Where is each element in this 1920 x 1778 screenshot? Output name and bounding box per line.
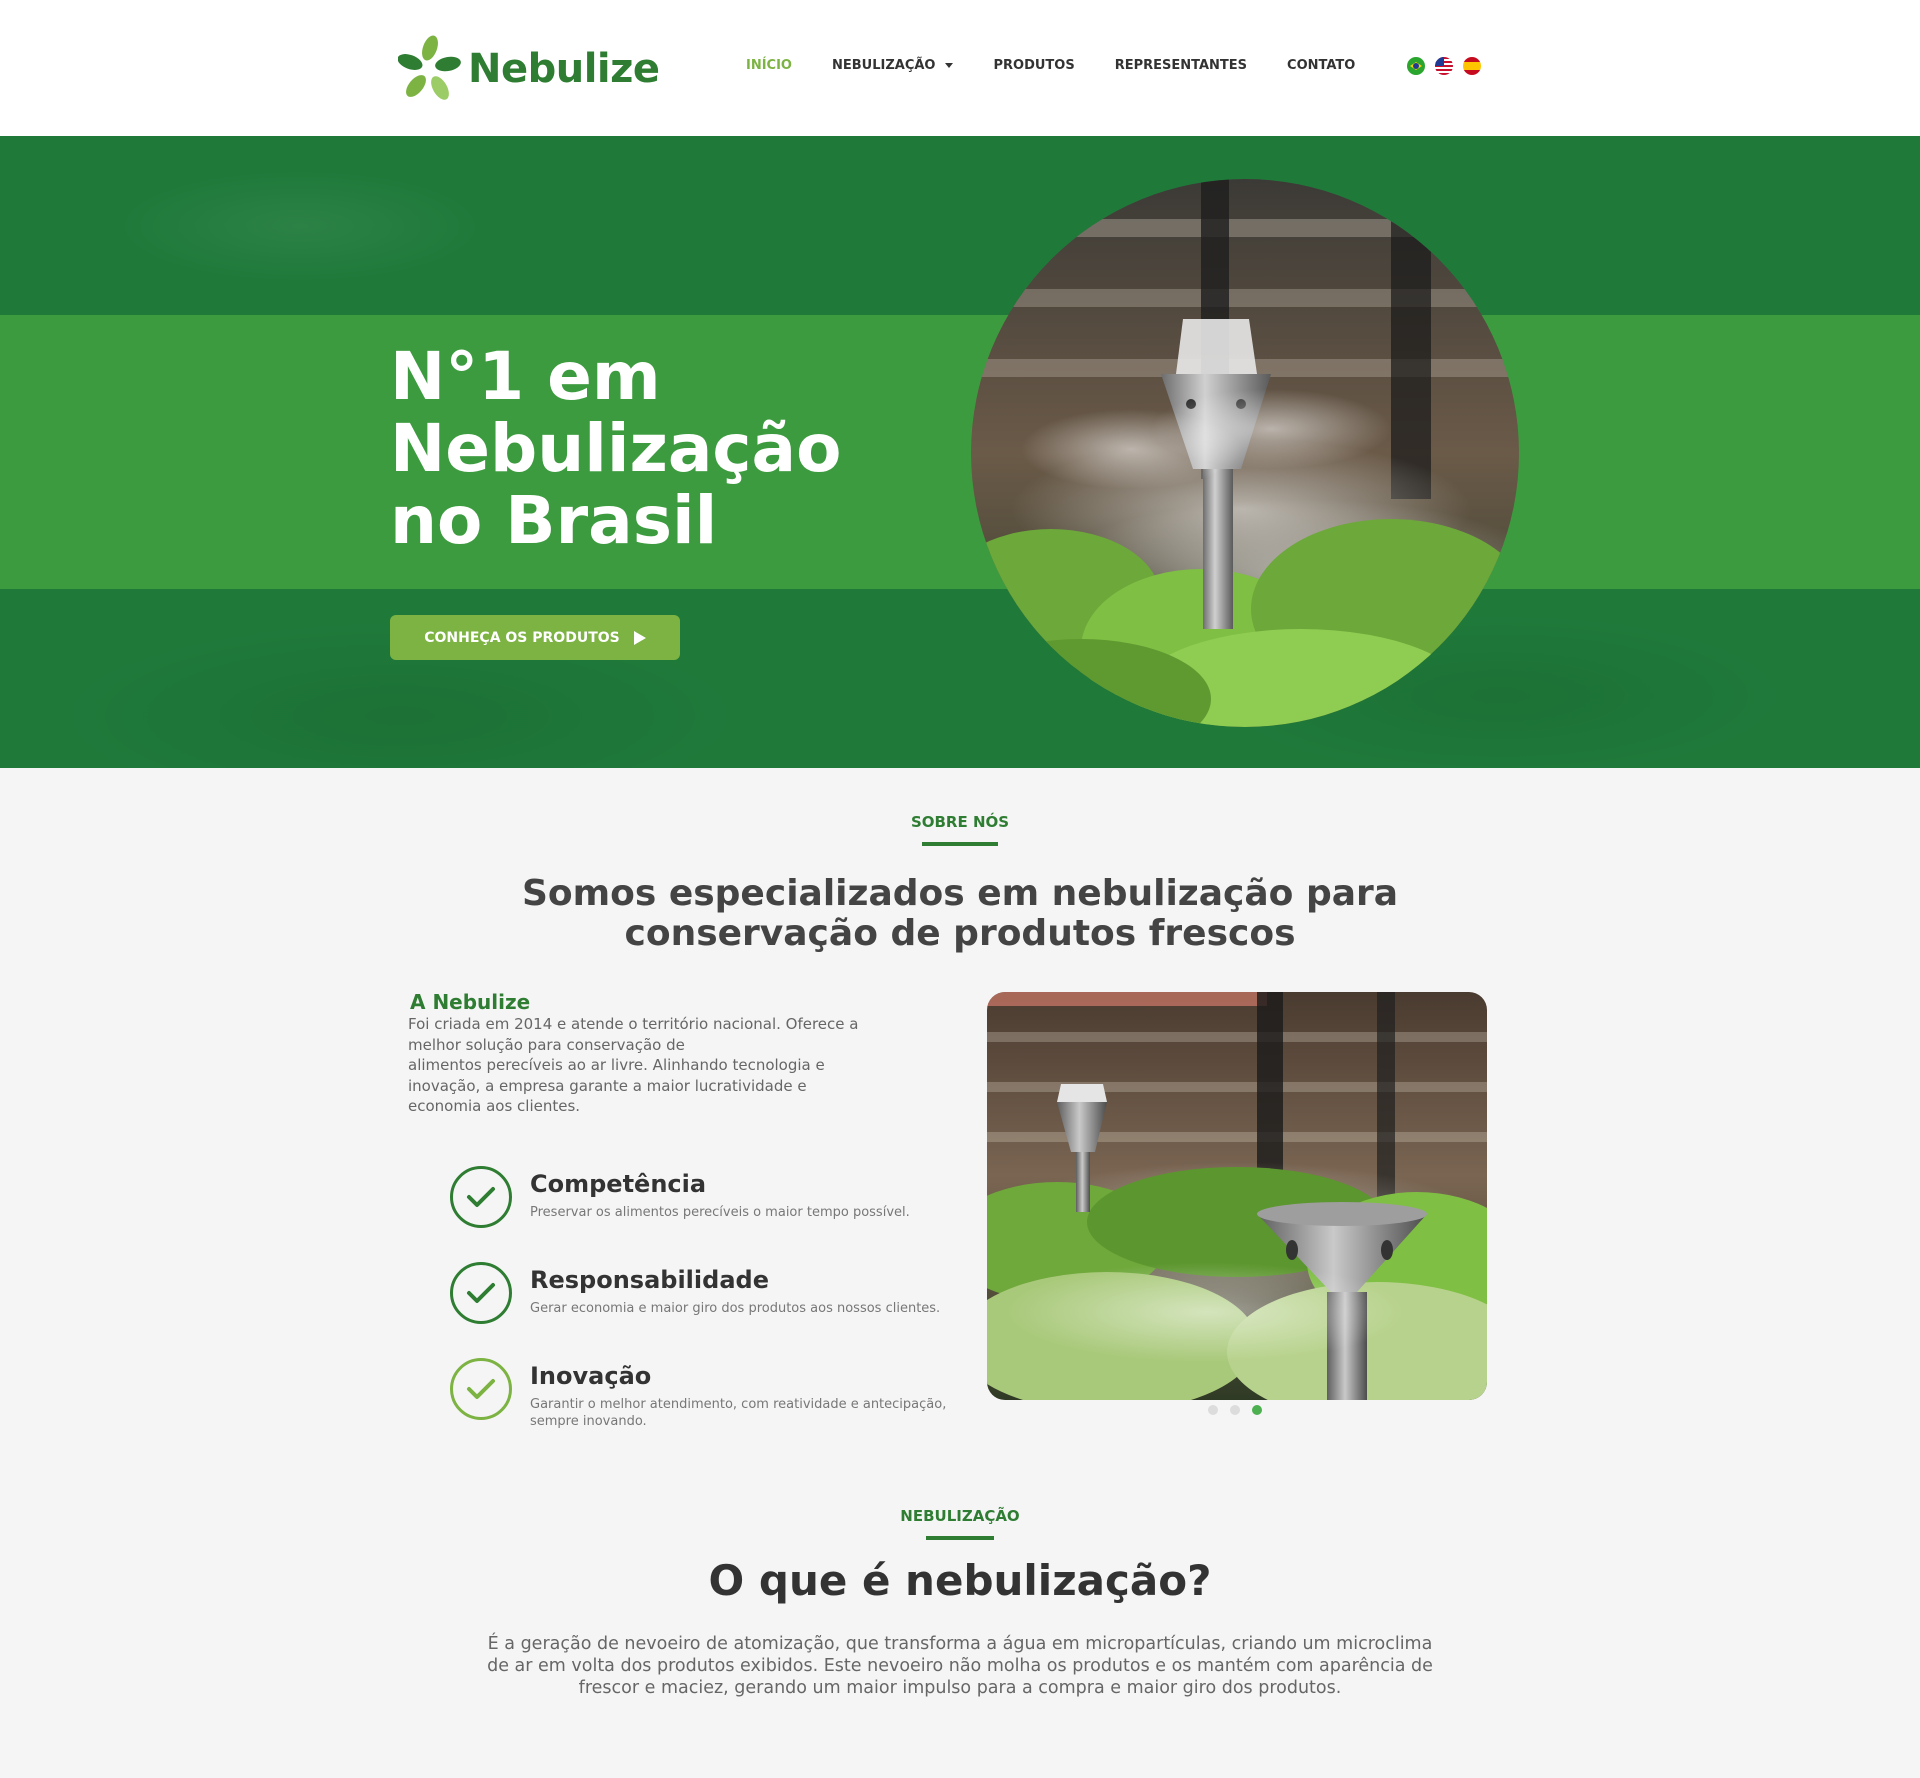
hero-title-line: Nebulização: [390, 410, 842, 487]
description-line: Foi criada em 2014 e atende o território…: [408, 1015, 859, 1033]
hero-band: [0, 315, 1920, 589]
check-circle-icon: [450, 1358, 512, 1420]
hero-section: N°1 em Nebulização no Brasil CONHEÇA OS …: [0, 136, 1920, 768]
check-circle-icon: [450, 1166, 512, 1228]
feature-competencia: Competência Preservar os alimentos perec…: [450, 1166, 950, 1246]
description-line: É a geração de nevoeiro de atomização, q…: [487, 1634, 1433, 1654]
nav-item-representantes[interactable]: REPRESENTANTES: [1115, 58, 1247, 73]
products-cta-button[interactable]: CONHEÇA OS PRODUTOS: [390, 615, 680, 660]
nebulizacao-title: O que é nebulização?: [708, 1556, 1212, 1605]
nav-item-label: NEBULIZAÇÃO: [831, 58, 936, 73]
brand-name: Nebulize: [468, 46, 660, 92]
hero-title: N°1 em Nebulização no Brasil: [390, 341, 910, 557]
nav-item-nebulizacao[interactable]: NEBULIZAÇÃO: [832, 58, 954, 73]
nav-item-inicio[interactable]: INÍCIO: [746, 58, 792, 73]
carousel-dot[interactable]: [1208, 1405, 1218, 1415]
check-circle-icon: [450, 1262, 512, 1324]
description-line: alimentos perecíveis ao ar livre. Alinha…: [408, 1056, 825, 1074]
hero-photo: [971, 179, 1519, 727]
description-line: de ar em volta dos produtos exibidos. Es…: [487, 1656, 1433, 1676]
flag-spain-icon[interactable]: [1463, 57, 1481, 75]
feature-title: Responsabilidade: [530, 1266, 769, 1294]
about-carousel-image: [987, 992, 1487, 1400]
flag-brazil-icon[interactable]: [1407, 57, 1425, 75]
section-kicker: SOBRE NÓS: [910, 813, 1010, 831]
carousel-dot-active[interactable]: [1252, 1405, 1262, 1415]
leaf-logo-icon: [398, 35, 461, 100]
description-line: inovação, a empresa garante a maior lucr…: [408, 1076, 807, 1095]
hero-title-line: no Brasil: [390, 482, 718, 559]
feature-description: Garantir o melhor atendimento, com reati…: [530, 1397, 947, 1429]
kicker-underline: [922, 842, 998, 846]
company-name: A Nebulize: [410, 990, 531, 1014]
about-title: Somos especializados em nebulização para…: [460, 874, 1460, 954]
description-line: frescor e maciez, gerando um maior impul…: [578, 1678, 1342, 1698]
chevron-down-icon: [945, 63, 954, 68]
hero-title-line: N°1 em: [390, 338, 661, 415]
company-description: Foi criada em 2014 e atende o território…: [408, 1014, 928, 1117]
carousel-dots: [1208, 1405, 1274, 1415]
play-icon: [633, 630, 646, 645]
language-switcher: [1407, 57, 1491, 75]
nebulizacao-description: É a geração de nevoeiro de atomização, q…: [470, 1633, 1450, 1699]
nebulizer-lettuce-photo: [971, 179, 1519, 727]
description-line: melhor solução para conservação de: [408, 1035, 685, 1054]
kicker-underline: [926, 1536, 994, 1540]
feature-responsabilidade: Responsabilidade Gerar economia e maior …: [450, 1262, 950, 1342]
feature-title: Competência: [530, 1170, 707, 1198]
cta-label: CONHEÇA OS PRODUTOS: [424, 629, 620, 646]
nav-item-contato[interactable]: CONTATO: [1287, 58, 1355, 73]
store-nebulizer-photo: [987, 992, 1487, 1400]
brand-logo[interactable]: Nebulize: [398, 34, 660, 104]
about-title-line: conservação de produtos frescos: [624, 913, 1296, 954]
about-title-line: Somos especializados em nebulização para: [521, 873, 1399, 914]
main-nav: INÍCIO NEBULIZAÇÃO PRODUTOS REPRESENTANT…: [746, 58, 1395, 73]
feature-inovacao: Inovação Garantir o melhor atendimento, …: [450, 1358, 950, 1438]
feature-title: Inovação: [530, 1362, 652, 1390]
feature-description: Gerar economia e maior giro dos produtos…: [530, 1301, 941, 1316]
flag-usa-icon[interactable]: [1435, 57, 1453, 75]
feature-description: Preservar os alimentos perecíveis o maio…: [530, 1205, 910, 1220]
nav-item-produtos[interactable]: PRODUTOS: [993, 58, 1074, 73]
carousel-dot[interactable]: [1230, 1405, 1240, 1415]
section-kicker: NEBULIZAÇÃO: [900, 1507, 1020, 1525]
description-line: economia aos clientes.: [408, 1097, 581, 1115]
site-header: Nebulize INÍCIO NEBULIZAÇÃO PRODUTOS REP…: [0, 0, 1920, 136]
